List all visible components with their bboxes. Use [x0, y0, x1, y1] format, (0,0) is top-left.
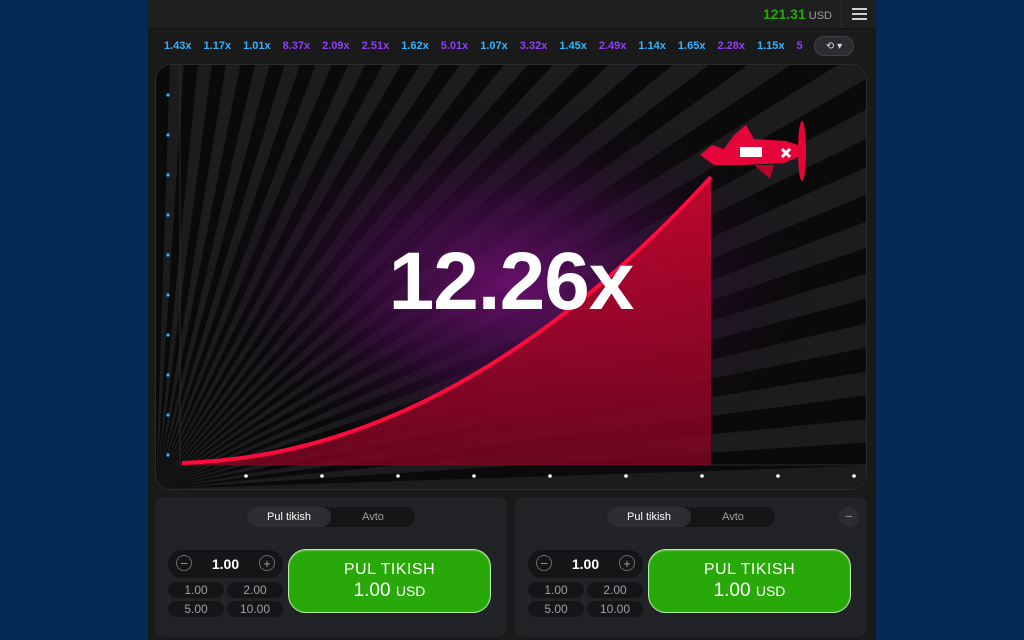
quick-stake-options: 1.00 2.00 5.00 10.00 — [528, 582, 643, 617]
stake-input[interactable]: 1.00 — [198, 556, 253, 572]
quick-stake-button[interactable]: 5.00 — [528, 601, 584, 617]
history-item[interactable]: 1.43x — [158, 36, 198, 56]
decrease-stake-button[interactable]: − — [176, 555, 192, 571]
stake-stepper: − 1.00 + — [528, 550, 643, 578]
x-axis-dot — [320, 474, 324, 478]
tab-auto[interactable]: Avto — [691, 507, 775, 527]
multiplier-history: 1.43x 1.17x 1.01x 8.37x 2.09x 2.51x 1.62x 5.01x… — [158, 36, 866, 56]
y-axis-dot — [166, 213, 170, 217]
history-item[interactable]: 1.14x — [632, 36, 672, 56]
y-axis-dot — [166, 413, 170, 417]
game-stage: 12.26x — [155, 64, 867, 490]
increase-stake-button[interactable]: + — [619, 555, 635, 571]
history-item[interactable]: 1.17x — [198, 36, 238, 56]
quick-stake-button[interactable]: 10.00 — [227, 601, 283, 617]
history-item[interactable]: 5 — [791, 36, 809, 56]
place-bet-amount: 1.00 — [353, 580, 391, 601]
x-axis-dot — [776, 474, 780, 478]
y-axis-dot — [166, 93, 170, 97]
history-item[interactable]: 1.65x — [672, 36, 712, 56]
menu-button[interactable] — [841, 0, 876, 28]
balance-currency: USD — [808, 10, 832, 22]
y-axis-dot — [166, 333, 170, 337]
x-axis-dot — [700, 474, 704, 478]
history-item[interactable]: 1.45x — [553, 36, 593, 56]
remove-panel-button[interactable]: − — [839, 507, 859, 527]
minus-icon: − — [844, 508, 854, 524]
y-axis-dot — [166, 133, 170, 137]
current-multiplier: 12.26x — [388, 236, 635, 327]
balance-display: 121.31 USD — [763, 6, 832, 22]
hamburger-icon — [851, 13, 867, 15]
quick-stake-button[interactable]: 1.00 — [168, 582, 224, 598]
bet-panel-2: Pul tikish Avto − − 1.00 + 1.00 2.00 5.0… — [515, 497, 867, 637]
balance-amount: 121.31 — [762, 6, 806, 22]
history-toggle-button[interactable]: ⟲ ▾ — [814, 36, 854, 56]
place-bet-amount-line: 1.00 USD — [649, 580, 850, 602]
history-item[interactable]: 5.01x — [435, 36, 475, 56]
history-item[interactable]: 1.15x — [751, 36, 791, 56]
bet-mode-tabs: Pul tikish Avto — [607, 507, 775, 527]
y-axis-dot — [166, 173, 170, 177]
quick-stake-button[interactable]: 1.00 — [528, 582, 584, 598]
history-item[interactable]: 1.07x — [474, 36, 514, 56]
x-axis-dot — [624, 474, 628, 478]
place-bet-amount: 1.00 — [713, 580, 751, 601]
history-item[interactable]: 2.49x — [593, 36, 633, 56]
history-item[interactable]: 2.51x — [356, 36, 396, 56]
x-axis-dot — [396, 474, 400, 478]
place-bet-currency: USD — [395, 583, 426, 599]
x-axis-dot — [852, 474, 856, 478]
history-item[interactable]: 2.09x — [316, 36, 356, 56]
history-icon: ⟲ — [825, 40, 835, 52]
history-item[interactable]: 3.32x — [514, 36, 554, 56]
quick-stake-button[interactable]: 2.00 — [227, 582, 283, 598]
place-bet-button[interactable]: PUL TIKISH 1.00 USD — [648, 549, 851, 613]
x-axis-dot — [244, 474, 248, 478]
history-item[interactable]: 8.37x — [277, 36, 317, 56]
quick-stake-button[interactable]: 5.00 — [168, 601, 224, 617]
quick-stake-button[interactable]: 2.00 — [587, 582, 643, 598]
place-bet-button[interactable]: PUL TIKISH 1.00 USD — [288, 549, 491, 613]
history-list: 1.43x 1.17x 1.01x 8.37x 2.09x 2.51x 1.62x 5.01x… — [158, 36, 818, 56]
tab-auto[interactable]: Avto — [331, 507, 415, 527]
stake-stepper: − 1.00 + — [168, 550, 283, 578]
quick-stake-options: 1.00 2.00 5.00 10.00 — [168, 582, 283, 617]
history-item[interactable]: 1.01x — [237, 36, 277, 56]
place-bet-currency: USD — [755, 583, 786, 599]
increase-stake-button[interactable]: + — [259, 555, 275, 571]
chevron-down-icon: ▾ — [837, 40, 843, 52]
y-axis-dot — [166, 453, 170, 457]
tab-bet[interactable]: Pul tikish — [247, 507, 331, 527]
stake-input[interactable]: 1.00 — [558, 556, 613, 572]
history-item[interactable]: 2.28x — [711, 36, 751, 56]
bet-panel-1: Pul tikish Avto − 1.00 + 1.00 2.00 5.00 … — [155, 497, 507, 637]
history-item[interactable]: 1.62x — [395, 36, 435, 56]
bet-mode-tabs: Pul tikish Avto — [247, 507, 415, 527]
x-axis-dot — [472, 474, 476, 478]
place-bet-amount-line: 1.00 USD — [289, 580, 490, 602]
place-bet-label: PUL TIKISH — [703, 561, 796, 578]
tab-bet[interactable]: Pul tikish — [607, 507, 691, 527]
place-bet-label: PUL TIKISH — [343, 561, 436, 578]
aviator-game-app: 121.31 USD 1.43x 1.17x 1.01x 8.37x 2.09x 2.51x… — [148, 0, 876, 640]
top-bar: 121.31 USD — [148, 0, 876, 29]
x-axis-dot — [548, 474, 552, 478]
decrease-stake-button[interactable]: − — [536, 555, 552, 571]
quick-stake-button[interactable]: 10.00 — [587, 601, 643, 617]
y-axis-dot — [166, 373, 170, 377]
